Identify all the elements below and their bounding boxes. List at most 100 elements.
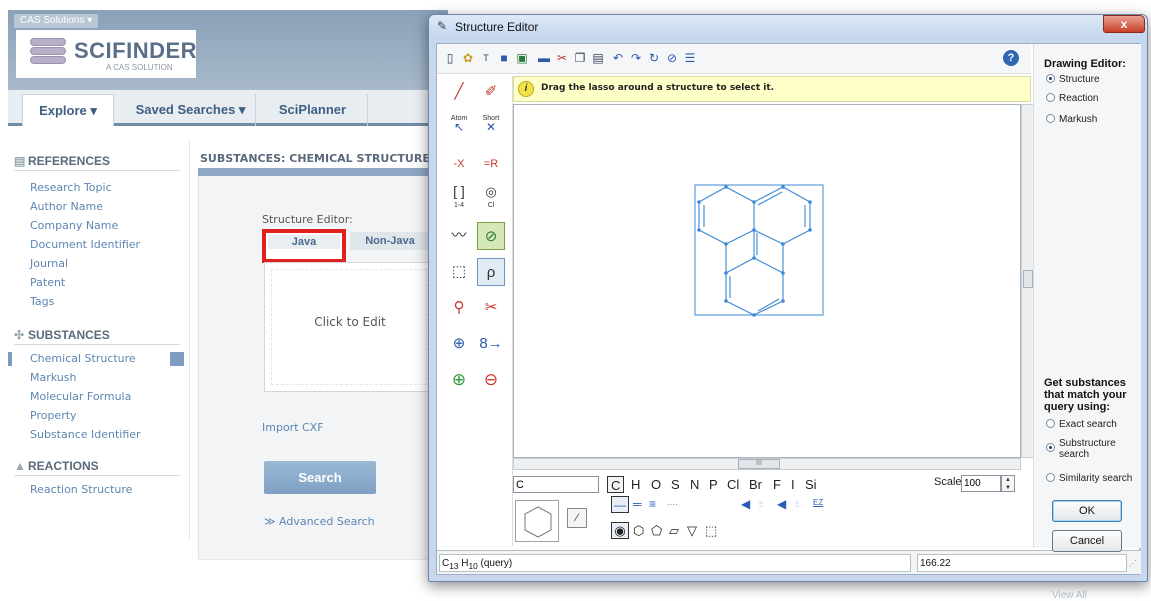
wedge-up-icon[interactable]: ◀: [741, 496, 750, 513]
reaction-tool-icon[interactable]: 8→: [477, 330, 505, 358]
print-icon[interactable]: ▬: [535, 49, 553, 67]
cyclohexane-icon[interactable]: ⬡: [633, 522, 644, 539]
rectangle-select-tool-icon[interactable]: ⬚: [445, 258, 473, 286]
element-p[interactable]: P: [709, 476, 718, 493]
horizontal-scrollbar[interactable]: III: [513, 458, 1021, 470]
cyclopentane-icon[interactable]: ⬠: [651, 522, 662, 539]
new-icon[interactable]: ▯: [441, 49, 459, 67]
drawing-canvas[interactable]: [513, 104, 1021, 458]
atom-tool-icon[interactable]: Atom ↖: [445, 114, 473, 142]
radio-markush[interactable]: Markush: [1046, 114, 1097, 125]
list-icon[interactable]: ☰: [681, 49, 699, 67]
tab-java[interactable]: Java: [262, 229, 346, 263]
sidebar-link-markush[interactable]: Markush: [30, 371, 76, 384]
benzene-ring-icon[interactable]: ◉: [611, 522, 629, 539]
select-all-tool-icon[interactable]: ⊘: [477, 222, 505, 250]
zoom-in-icon[interactable]: ⊕: [445, 366, 473, 394]
element-c[interactable]: C: [607, 476, 625, 493]
view-all-link[interactable]: View All: [1052, 590, 1087, 601]
zoom-out-icon[interactable]: ⊖: [477, 366, 505, 394]
any-bond-icon[interactable]: ····: [667, 496, 678, 513]
single-bond-icon[interactable]: —: [611, 496, 629, 513]
bracket-tool-icon[interactable]: [ ] 1-4: [445, 184, 473, 214]
cut-tool-icon[interactable]: ✂: [477, 294, 505, 322]
element-s[interactable]: S: [671, 476, 680, 493]
templates-icon[interactable]: ✿: [459, 49, 477, 67]
sidebar-link-reaction-structure[interactable]: Reaction Structure: [30, 483, 132, 496]
element-cl[interactable]: Cl: [727, 476, 739, 493]
sidebar-link-molecular-formula[interactable]: Molecular Formula: [30, 390, 131, 403]
sidebar-link-chemical-structure[interactable]: Chemical Structure: [30, 352, 136, 365]
shortcut-tool-icon[interactable]: Short ✕: [477, 114, 505, 142]
element-si[interactable]: Si: [805, 476, 817, 493]
sidebar-link-patent[interactable]: Patent: [30, 276, 65, 289]
horizontal-scroll-thumb[interactable]: III: [738, 459, 780, 469]
refresh-icon[interactable]: ↻: [645, 49, 663, 67]
charge-icon[interactable]: ⁄: [567, 508, 587, 528]
sidebar-link-document-identifier[interactable]: Document Identifier: [30, 238, 140, 251]
eraser-tool-icon[interactable]: ✐: [477, 78, 505, 106]
clear-icon[interactable]: ⊘: [663, 49, 681, 67]
element-o[interactable]: O: [651, 476, 661, 493]
scale-spinner[interactable]: ▲ ▼: [1001, 475, 1015, 492]
save-icon[interactable]: ■: [495, 49, 513, 67]
element-br[interactable]: Br: [749, 476, 762, 493]
radio-structure[interactable]: Structure: [1046, 74, 1100, 85]
wedge-down-icon[interactable]: ◀: [777, 496, 786, 513]
frame-icon[interactable]: ▣: [513, 49, 531, 67]
element-h[interactable]: H: [631, 476, 640, 493]
redo-icon[interactable]: ↷: [627, 49, 645, 67]
radio-reaction[interactable]: Reaction: [1046, 93, 1098, 104]
structure-preview[interactable]: Click to Edit: [264, 262, 434, 392]
window-titlebar[interactable]: ✎ Structure Editor x: [429, 15, 1147, 39]
scale-input[interactable]: [961, 475, 1001, 492]
element-i[interactable]: I: [791, 476, 795, 493]
bond-cleave-tool-icon[interactable]: ⚲: [445, 294, 473, 322]
nav-tab-explore[interactable]: Explore ▾: [22, 94, 114, 126]
cyclopropane-icon[interactable]: ▽: [687, 522, 697, 539]
sidebar-link-journal[interactable]: Journal: [30, 257, 68, 270]
cancel-button[interactable]: Cancel: [1052, 530, 1122, 552]
help-icon[interactable]: ?: [1003, 50, 1019, 66]
double-bond-icon[interactable]: ═: [633, 496, 642, 513]
copy-icon[interactable]: ❐: [571, 49, 589, 67]
text-icon[interactable]: T: [477, 49, 495, 67]
custom-ring-icon[interactable]: ⬚: [705, 522, 717, 539]
import-cxf-link[interactable]: Import CXF: [262, 421, 324, 434]
lasso-select-tool-icon[interactable]: ρ: [477, 258, 505, 286]
x-group-tool-icon[interactable]: -X: [445, 150, 473, 178]
r-group-tool-icon[interactable]: =R: [477, 150, 505, 178]
radio-substructure-search[interactable]: Substructure search: [1046, 438, 1116, 460]
sidebar-link-company-name[interactable]: Company Name: [30, 219, 118, 232]
nav-tab-sciplanner[interactable]: SciPlanner: [258, 94, 368, 126]
resize-grip-icon[interactable]: ⋰: [1129, 559, 1139, 569]
vertical-scroll-thumb[interactable]: [1023, 270, 1033, 288]
sidebar-link-property[interactable]: Property: [30, 409, 77, 422]
pencil-tool-icon[interactable]: ╱: [445, 78, 473, 106]
hash-bond-icon[interactable]: ⫶⫶: [759, 496, 763, 513]
chain-tool-icon[interactable]: 〰: [445, 222, 473, 250]
cyclobutane-icon[interactable]: ▱: [669, 522, 679, 539]
radio-exact-search[interactable]: Exact search: [1046, 419, 1117, 430]
sidebar-link-research-topic[interactable]: Research Topic: [30, 181, 112, 194]
ok-button[interactable]: OK: [1052, 500, 1122, 522]
tab-non-java[interactable]: Non-Java: [350, 232, 430, 250]
scifinder-logo[interactable]: SCIFINDER A CAS SOLUTION: [16, 30, 197, 78]
element-f[interactable]: F: [773, 476, 781, 493]
hash-down-icon[interactable]: ⫶⫶: [795, 496, 799, 513]
undo-icon[interactable]: ↶: [609, 49, 627, 67]
sidebar-link-author-name[interactable]: Author Name: [30, 200, 103, 213]
cas-solutions-menu[interactable]: CAS Solutions ▾: [14, 14, 99, 28]
advanced-search-link[interactable]: ≫ Advanced Search: [264, 515, 375, 528]
ez-bond-icon[interactable]: EZ: [813, 494, 823, 511]
sidebar-link-tags[interactable]: Tags: [30, 295, 54, 308]
nav-tab-saved-searches[interactable]: Saved Searches ▾: [126, 94, 256, 126]
paste-icon[interactable]: ▤: [589, 49, 607, 67]
sidebar-link-substance-identifier[interactable]: Substance Identifier: [30, 428, 141, 441]
search-button[interactable]: Search: [264, 461, 376, 494]
radio-similarity-search[interactable]: Similarity search: [1046, 473, 1132, 484]
position-tool-icon[interactable]: ⊕: [445, 330, 473, 358]
atom-symbol-input[interactable]: [513, 476, 599, 493]
ring-attach-tool-icon[interactable]: ◎ Cl: [477, 185, 505, 214]
cut-icon[interactable]: ✂: [553, 49, 571, 67]
